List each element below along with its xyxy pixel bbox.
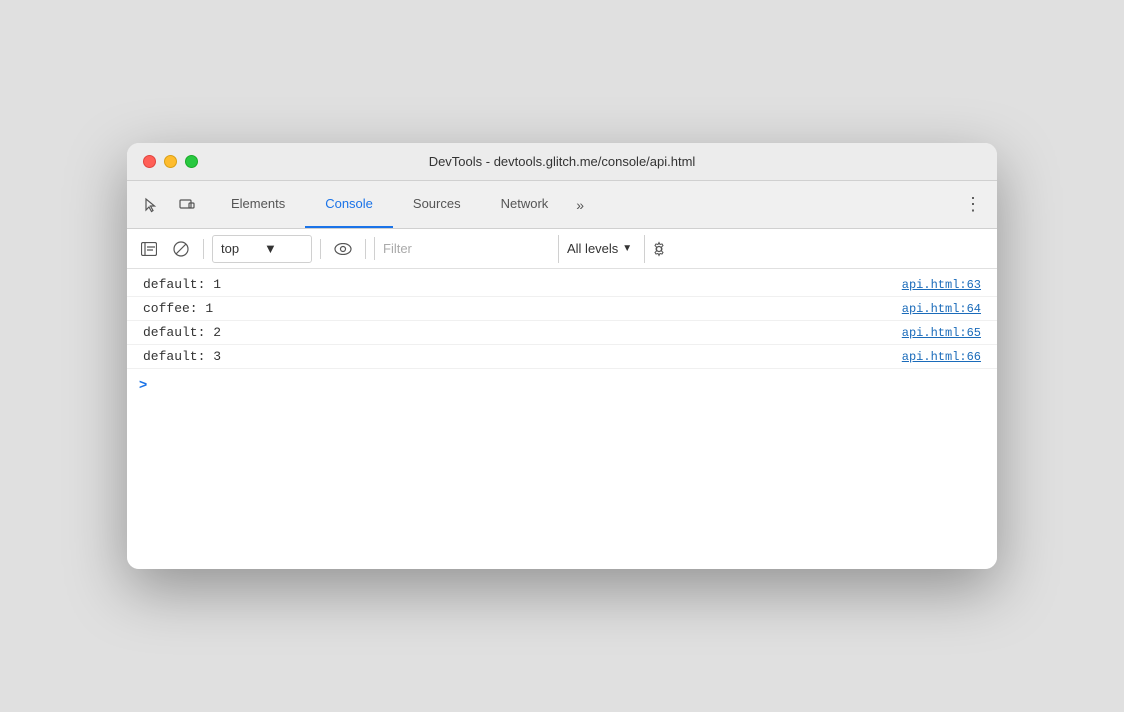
devtools-window: DevTools - devtools.glitch.me/console/ap… (127, 143, 997, 569)
tab-elements[interactable]: Elements (211, 181, 305, 228)
tab-bar: Elements Console Sources Network » ⋮ (127, 181, 997, 229)
console-text: default: 2 (143, 325, 221, 340)
console-input-row: > (127, 369, 997, 399)
clear-btn[interactable] (167, 235, 195, 263)
live-expression-btn[interactable] (329, 235, 357, 263)
console-area: default: 1 api.html:63 coffee: 1 api.htm… (127, 269, 997, 569)
responsive-icon (179, 197, 195, 213)
toolbar-divider-1 (203, 239, 204, 259)
log-levels-btn[interactable]: All levels ▼ (558, 235, 640, 263)
console-settings-btn[interactable] (644, 235, 672, 263)
console-input[interactable] (155, 377, 985, 392)
sidebar-toggle-btn[interactable] (135, 235, 163, 263)
console-output: default: 1 api.html:63 coffee: 1 api.htm… (127, 269, 997, 569)
filter-input[interactable] (374, 237, 554, 260)
toolbar-divider-3 (365, 239, 366, 259)
prompt-icon: > (139, 376, 147, 392)
tab-sources[interactable]: Sources (393, 181, 481, 228)
console-row: default: 3 api.html:66 (127, 345, 997, 369)
title-bar: DevTools - devtools.glitch.me/console/ap… (127, 143, 997, 181)
tab-network[interactable]: Network (481, 181, 569, 228)
console-link[interactable]: api.html:63 (902, 278, 981, 292)
sidebar-icon (141, 242, 157, 256)
tab-menu-button[interactable]: ⋮ (957, 189, 989, 221)
cursor-icon-btn[interactable] (135, 189, 167, 221)
console-link[interactable]: api.html:64 (902, 302, 981, 316)
window-title: DevTools - devtools.glitch.me/console/ap… (429, 154, 696, 169)
close-button[interactable] (143, 155, 156, 168)
tab-more-menu: ⋮ (957, 181, 989, 228)
toolbar-divider-2 (320, 239, 321, 259)
responsive-icon-btn[interactable] (171, 189, 203, 221)
console-row: default: 1 api.html:63 (127, 273, 997, 297)
console-text: coffee: 1 (143, 301, 213, 316)
eye-icon (334, 243, 352, 255)
gear-icon (651, 241, 667, 257)
console-link[interactable]: api.html:65 (902, 326, 981, 340)
console-text: default: 1 (143, 277, 221, 292)
tab-console[interactable]: Console (305, 181, 393, 228)
context-selector[interactable]: top ▼ (212, 235, 312, 263)
console-text: default: 3 (143, 349, 221, 364)
console-row: coffee: 1 api.html:64 (127, 297, 997, 321)
console-toolbar: top ▼ All levels ▼ (127, 229, 997, 269)
tab-icons (135, 181, 203, 228)
traffic-lights (143, 155, 198, 168)
context-arrow-icon: ▼ (264, 241, 303, 256)
console-row: default: 2 api.html:65 (127, 321, 997, 345)
cursor-icon (143, 197, 159, 213)
levels-arrow-icon: ▼ (622, 243, 632, 254)
clear-icon (173, 241, 189, 257)
console-link[interactable]: api.html:66 (902, 350, 981, 364)
tabs: Elements Console Sources Network » (211, 181, 957, 228)
minimize-button[interactable] (164, 155, 177, 168)
maximize-button[interactable] (185, 155, 198, 168)
tab-overflow-btn[interactable]: » (568, 181, 592, 228)
